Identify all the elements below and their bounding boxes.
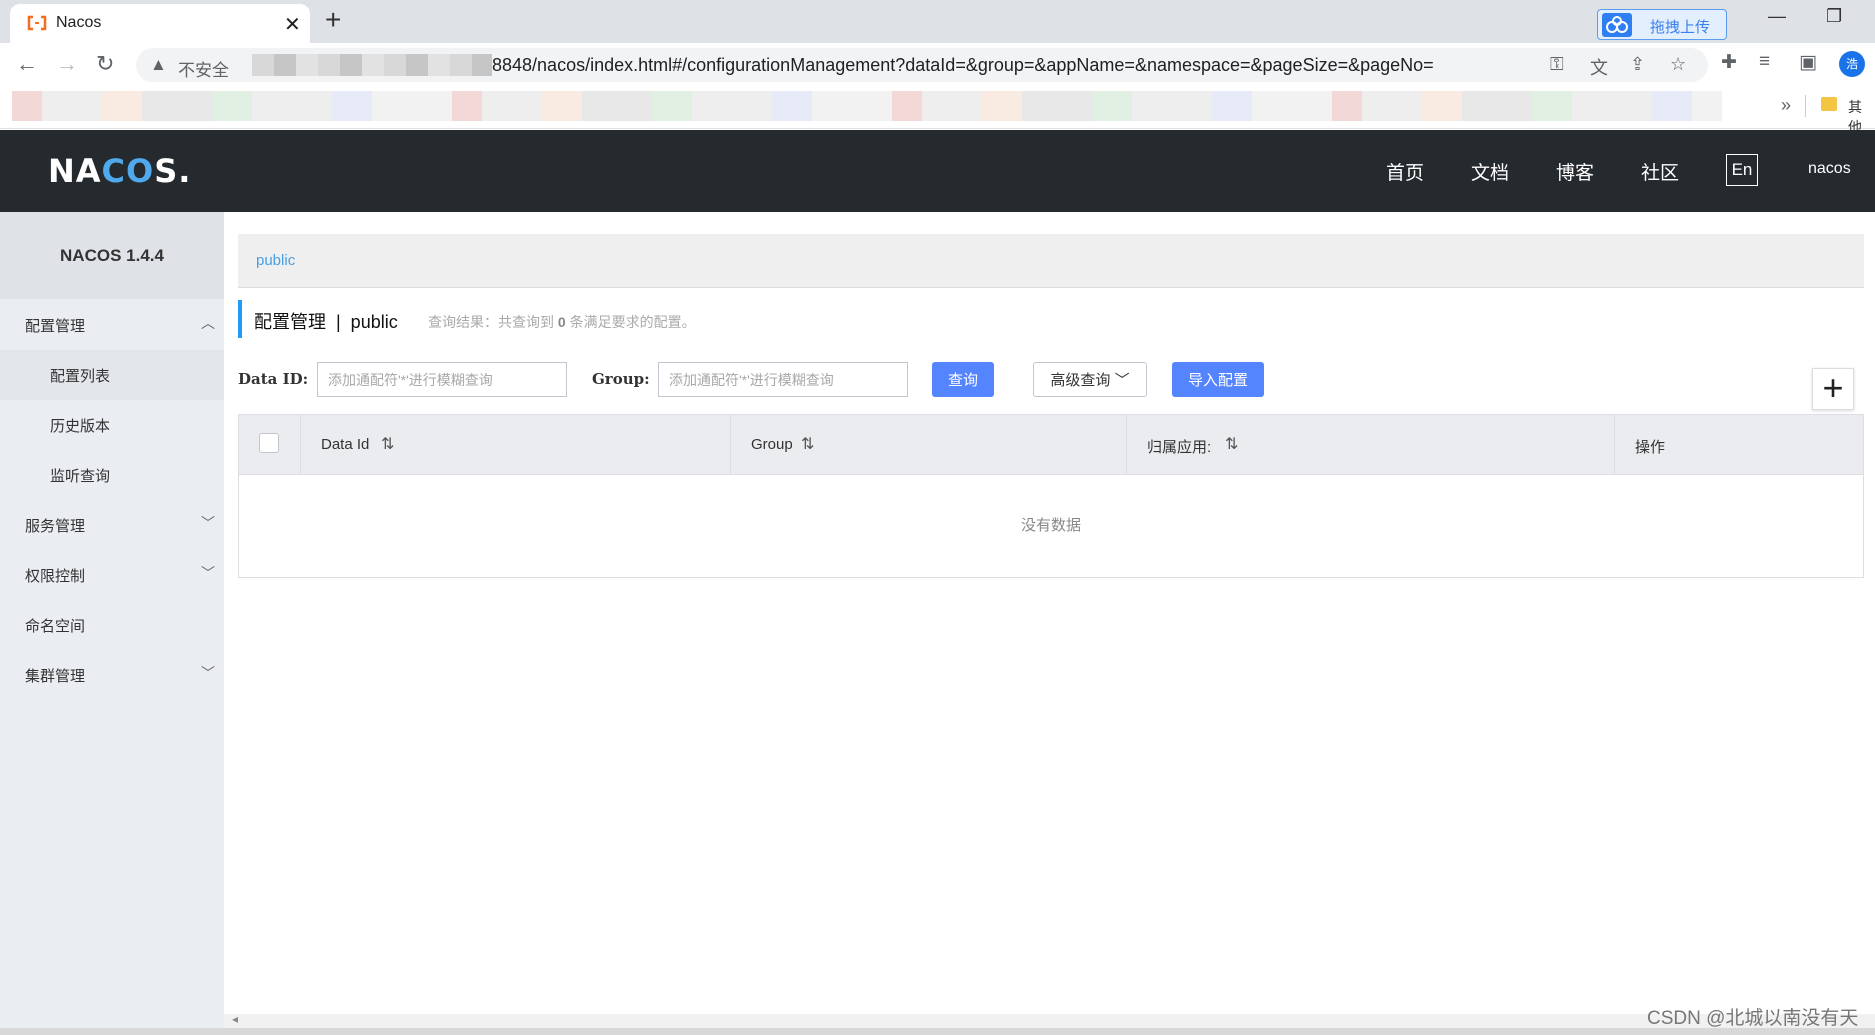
forward-icon[interactable]: → <box>56 51 78 77</box>
title-accent-bar <box>238 300 242 338</box>
star-icon[interactable]: ☆ <box>1670 54 1686 75</box>
scroll-left-icon[interactable]: ◂ <box>232 1012 238 1026</box>
sidebar: NACOS 1.4.4 配置管理 ︿ 配置列表 历史版本 监听查询 服务管理 ﹀… <box>0 212 224 1035</box>
cloud-upload-icon <box>1602 13 1632 37</box>
sidebar-item-config-list[interactable]: 配置列表 <box>0 350 224 400</box>
key-icon[interactable]: ⚿ <box>1550 54 1564 75</box>
browser-tab-bar: Nacos ✕ + 拖拽上传 — ❐ <box>0 0 1875 43</box>
sidebar-item-access-control[interactable]: 权限控制 ﹀ <box>0 550 224 600</box>
data-id-label: Data ID: <box>238 370 309 388</box>
folder-icon <box>1821 97 1837 111</box>
main-content: public 配置管理 | public 查询结果：共查询到 0 条满足要求的配… <box>224 212 1875 1035</box>
chevron-down-icon: ﹀ <box>201 565 215 581</box>
sidepanel-icon[interactable]: ▣ <box>1799 51 1817 74</box>
insecure-label: 不安全 <box>178 61 229 80</box>
back-icon[interactable]: ← <box>16 51 38 77</box>
sidebar-item-config-management[interactable]: 配置管理 ︿ <box>0 300 224 350</box>
browser-address-bar: ← → ↻ ▲ 不安全 8848/nacos/index.html#/confi… <box>0 43 1875 87</box>
data-id-input[interactable] <box>317 362 567 397</box>
media-icon[interactable]: ≡ <box>1759 51 1770 73</box>
translate-icon[interactable]: 文 <box>1590 54 1608 80</box>
advanced-query-button[interactable]: 高级查询 ﹀ <box>1033 362 1147 397</box>
select-all-checkbox[interactable] <box>259 433 279 453</box>
bookmarks-bar: » 其他 <box>0 87 1875 135</box>
nav-community[interactable]: 社区 <box>1641 158 1679 185</box>
upload-extension-button[interactable]: 拖拽上传 <box>1597 9 1727 40</box>
empty-state: 没有数据 <box>1020 517 1081 534</box>
column-app[interactable]: 归属应用: ⇅ <box>1127 415 1615 475</box>
nacos-favicon-icon <box>27 15 47 31</box>
group-input[interactable] <box>658 362 908 397</box>
minimize-icon[interactable]: — <box>1768 6 1786 27</box>
tab-title: Nacos <box>56 14 102 31</box>
reload-icon[interactable]: ↻ <box>96 51 114 77</box>
version-label: NACOS 1.4.4 <box>0 212 224 299</box>
column-group[interactable]: Group ⇅ <box>731 415 1127 475</box>
nav-home[interactable]: 首页 <box>1386 158 1424 185</box>
query-result-text: 查询结果：共查询到 0 条满足要求的配置。 <box>428 314 696 330</box>
select-all-column <box>239 415 301 475</box>
bottom-strip <box>0 1028 1875 1035</box>
restore-icon[interactable]: ❐ <box>1826 6 1842 27</box>
url-text: 8848/nacos/index.html#/configurationMana… <box>492 55 1434 75</box>
warning-icon: ▲ <box>150 55 167 74</box>
user-menu[interactable]: nacos <box>1808 160 1851 178</box>
browser-tab[interactable]: Nacos ✕ <box>10 4 310 43</box>
extensions-icon[interactable]: ✚ <box>1721 51 1737 74</box>
chevron-down-icon: ﹀ <box>201 515 215 531</box>
sidebar-item-namespace[interactable]: 命名空间 <box>0 600 224 650</box>
sort-icon[interactable]: ⇅ <box>1225 434 1238 454</box>
chevron-down-icon: ﹀ <box>201 665 215 681</box>
namespace-bar: public <box>238 234 1864 288</box>
bookmarks-redaction <box>12 91 1722 121</box>
sidebar-item-listener-query[interactable]: 监听查询 <box>0 450 224 500</box>
tab-close-icon[interactable]: ✕ <box>284 12 301 37</box>
group-label: Group: <box>592 370 650 388</box>
app-header: NACOS. 首页 文档 博客 社区 En nacos <box>0 130 1875 212</box>
bookmarks-more-icon[interactable]: » <box>1781 95 1791 116</box>
new-tab-button[interactable]: + <box>325 4 341 36</box>
share-icon[interactable]: ⇪ <box>1630 54 1645 75</box>
horizontal-scrollbar[interactable]: ◂ <box>224 1012 1875 1028</box>
column-data-id[interactable]: Data Id ⇅ <box>301 415 731 475</box>
chevron-up-icon: ︿ <box>201 315 215 331</box>
upload-button-label: 拖拽上传 <box>1650 19 1711 36</box>
add-config-button[interactable]: + <box>1812 368 1854 410</box>
namespace-link-public[interactable]: public <box>256 252 295 269</box>
nav-blog[interactable]: 博客 <box>1556 158 1594 185</box>
watermark: CSDN @北城以南没有天 <box>1647 1008 1859 1029</box>
profile-avatar[interactable]: 浩 <box>1839 51 1865 77</box>
url-field[interactable]: ▲ 不安全 8848/nacos/index.html#/configurati… <box>136 48 1708 82</box>
sort-icon[interactable]: ⇅ <box>801 434 814 454</box>
sidebar-item-cluster-management[interactable]: 集群管理 ﹀ <box>0 650 224 700</box>
column-actions: 操作 <box>1635 439 1666 456</box>
table-header: Data Id ⇅ Group ⇅ 归属应用: ⇅ 操作 <box>239 415 1863 475</box>
config-table: Data Id ⇅ Group ⇅ 归属应用: ⇅ 操作 没有数据 <box>238 414 1864 578</box>
url-redaction <box>252 54 492 76</box>
query-button[interactable]: 查询 <box>932 362 994 397</box>
sidebar-item-service-management[interactable]: 服务管理 ﹀ <box>0 500 224 550</box>
language-switch-button[interactable]: En <box>1726 154 1758 186</box>
page-title: 配置管理 | public <box>254 312 398 332</box>
nacos-logo[interactable]: NACOS. <box>48 152 191 190</box>
sort-icon[interactable]: ⇅ <box>381 434 394 454</box>
nav-docs[interactable]: 文档 <box>1471 158 1509 185</box>
bookmarks-divider <box>1805 95 1806 117</box>
sidebar-item-history[interactable]: 历史版本 <box>0 400 224 450</box>
import-config-button[interactable]: 导入配置 <box>1172 362 1264 397</box>
